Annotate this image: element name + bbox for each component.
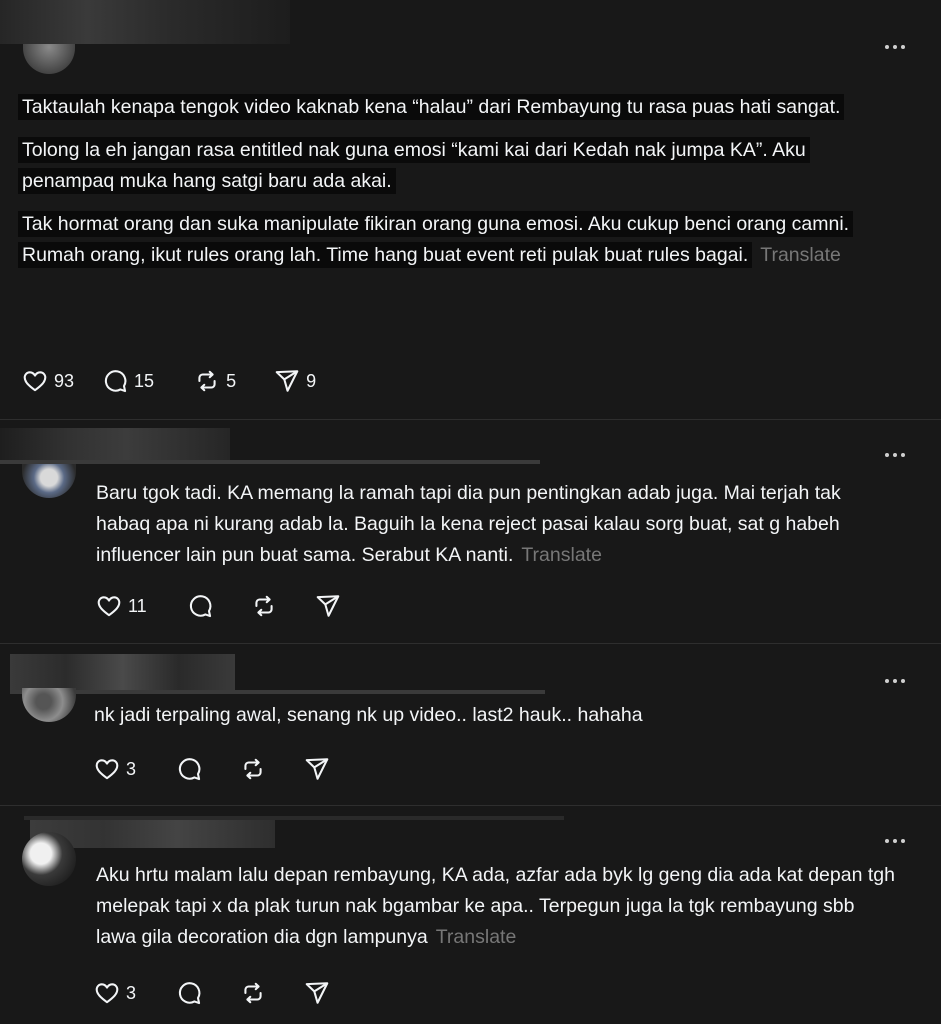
repost-icon xyxy=(240,980,266,1006)
like-button[interactable]: 3 xyxy=(94,980,136,1006)
post-paragraph: Tak hormat orang dan suka manipulate fik… xyxy=(18,209,898,271)
reply-button[interactable] xyxy=(176,980,202,1006)
post-actions: 3 xyxy=(94,756,330,782)
more-icon[interactable] xyxy=(885,838,905,844)
repost-button[interactable] xyxy=(251,593,277,619)
repost-icon xyxy=(240,756,266,782)
redacted-username xyxy=(0,460,540,464)
post-actions: 93 15 5 9 xyxy=(22,368,316,394)
repost-icon xyxy=(194,368,220,394)
redacted-username xyxy=(10,654,235,690)
redacted-username xyxy=(10,690,545,694)
more-icon[interactable] xyxy=(885,452,905,458)
heart-icon xyxy=(96,593,122,619)
post-actions: 3 xyxy=(94,980,330,1006)
like-count: 3 xyxy=(126,982,137,1003)
heart-icon xyxy=(22,368,48,394)
like-button[interactable]: 11 xyxy=(96,593,147,619)
repost-button[interactable]: 5 xyxy=(194,368,236,394)
share-button[interactable] xyxy=(304,980,330,1006)
repost-button[interactable] xyxy=(240,756,266,782)
redacted-username xyxy=(0,428,230,460)
avatar[interactable] xyxy=(22,832,76,886)
post-2: Baru tgok tadi. KA memang la ramah tapi … xyxy=(0,420,941,643)
share-icon xyxy=(315,593,341,619)
post-4: Aku hrtu malam lalu depan rembayung, KA … xyxy=(0,806,941,1024)
share-button[interactable] xyxy=(315,593,341,619)
reply-button[interactable] xyxy=(176,756,202,782)
share-button[interactable]: 9 xyxy=(274,368,316,394)
share-icon xyxy=(304,756,330,782)
comment-icon xyxy=(187,593,213,619)
post-body: Aku hrtu malam lalu depan rembayung, KA … xyxy=(96,860,896,965)
comment-icon xyxy=(176,756,202,782)
translate-link[interactable]: Translate xyxy=(521,544,602,566)
share-button[interactable] xyxy=(304,756,330,782)
repost-count: 5 xyxy=(226,370,237,391)
post-text: Baru tgok tadi. KA memang la ramah tapi … xyxy=(96,482,841,566)
post-text: nk jadi terpaling awal, senang nk up vid… xyxy=(94,704,643,726)
translate-link[interactable]: Translate xyxy=(436,926,517,948)
like-count: 11 xyxy=(128,595,147,616)
post-1: Taktaulah kenapa tengok video kaknab ken… xyxy=(0,0,941,419)
post-body: nk jadi terpaling awal, senang nk up vid… xyxy=(94,700,894,743)
like-count: 93 xyxy=(54,370,75,391)
post-paragraph: Taktaulah kenapa tengok video kaknab ken… xyxy=(18,92,898,123)
post-paragraph: Tolong la eh jangan rasa entitled nak gu… xyxy=(18,135,898,197)
redacted-username xyxy=(24,816,564,820)
reply-count: 15 xyxy=(134,370,155,391)
more-icon[interactable] xyxy=(885,44,905,50)
share-count: 9 xyxy=(306,370,317,391)
like-button[interactable]: 3 xyxy=(94,756,136,782)
post-text: Aku hrtu malam lalu depan rembayung, KA … xyxy=(96,864,895,948)
like-button[interactable]: 93 xyxy=(22,368,74,394)
like-count: 3 xyxy=(126,758,137,779)
repost-icon xyxy=(251,593,277,619)
post-body: Taktaulah kenapa tengok video kaknab ken… xyxy=(18,92,898,283)
comment-icon xyxy=(102,368,128,394)
reply-button[interactable] xyxy=(187,593,213,619)
repost-button[interactable] xyxy=(240,980,266,1006)
post-3: nk jadi terpaling awal, senang nk up vid… xyxy=(0,644,941,804)
post-body: Baru tgok tadi. KA memang la ramah tapi … xyxy=(96,478,896,583)
more-icon[interactable] xyxy=(885,678,905,684)
avatar[interactable] xyxy=(22,688,76,722)
heart-icon xyxy=(94,756,120,782)
share-icon xyxy=(274,368,300,394)
heart-icon xyxy=(94,980,120,1006)
avatar[interactable] xyxy=(23,44,75,74)
translate-link[interactable]: Translate xyxy=(760,244,841,266)
reply-button[interactable]: 15 xyxy=(102,368,154,394)
redacted-username xyxy=(0,0,290,44)
share-icon xyxy=(304,980,330,1006)
comment-icon xyxy=(176,980,202,1006)
avatar[interactable] xyxy=(22,464,76,498)
post-actions: 11 xyxy=(96,593,341,619)
